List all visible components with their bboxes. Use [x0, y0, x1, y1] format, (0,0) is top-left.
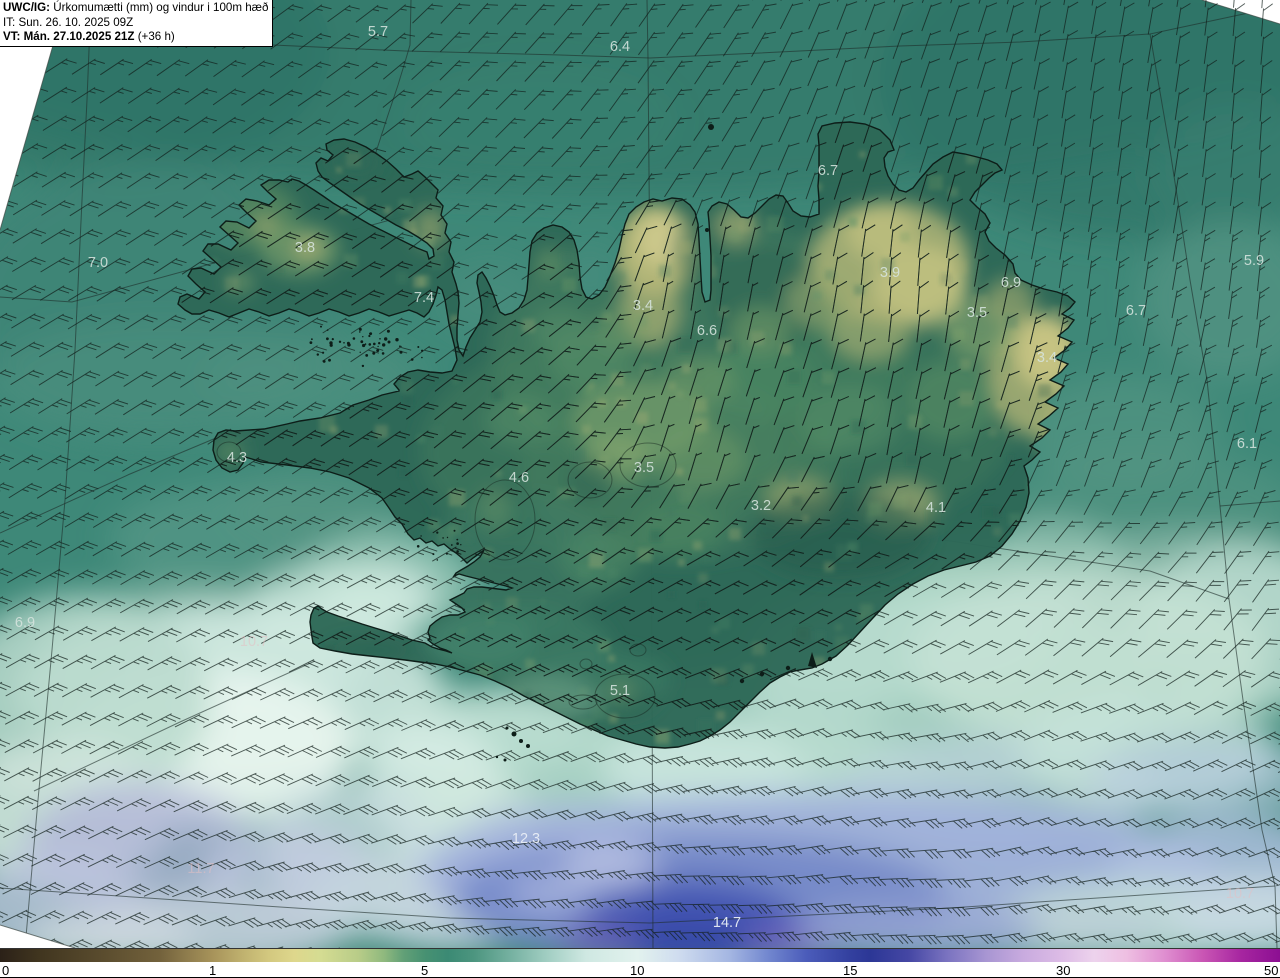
svg-text:5.9: 5.9	[1244, 253, 1264, 269]
svg-text:3.8: 3.8	[295, 240, 315, 256]
svg-text:6.9: 6.9	[15, 615, 35, 631]
svg-text:10.7: 10.7	[240, 634, 268, 650]
svg-text:6.4: 6.4	[610, 39, 630, 55]
svg-text:6.7: 6.7	[818, 163, 838, 179]
svg-text:4.6: 4.6	[509, 470, 529, 486]
svg-text:10.7: 10.7	[1226, 886, 1254, 902]
svg-text:3.4: 3.4	[633, 298, 653, 314]
svg-text:4.3: 4.3	[227, 450, 247, 466]
svg-text:7.4: 7.4	[414, 290, 434, 306]
svg-text:12.3: 12.3	[512, 831, 540, 847]
svg-text:6.1: 6.1	[1237, 436, 1257, 452]
svg-text:6.9: 6.9	[1001, 275, 1021, 291]
svg-text:11.7: 11.7	[187, 861, 214, 877]
svg-text:3.2: 3.2	[751, 498, 771, 514]
svg-text:5.1: 5.1	[610, 683, 630, 699]
svg-text:5.7: 5.7	[368, 24, 388, 40]
svg-text:14.7: 14.7	[713, 915, 741, 931]
svg-text:3.5: 3.5	[634, 460, 654, 476]
svg-text:6.6: 6.6	[697, 323, 717, 339]
svg-text:3.5: 3.5	[967, 305, 987, 321]
svg-text:3.4: 3.4	[1037, 350, 1057, 366]
svg-text:3.9: 3.9	[880, 265, 900, 281]
svg-text:4.1: 4.1	[926, 500, 946, 516]
svg-text:6.7: 6.7	[1126, 303, 1146, 319]
svg-text:7.0: 7.0	[88, 255, 108, 271]
